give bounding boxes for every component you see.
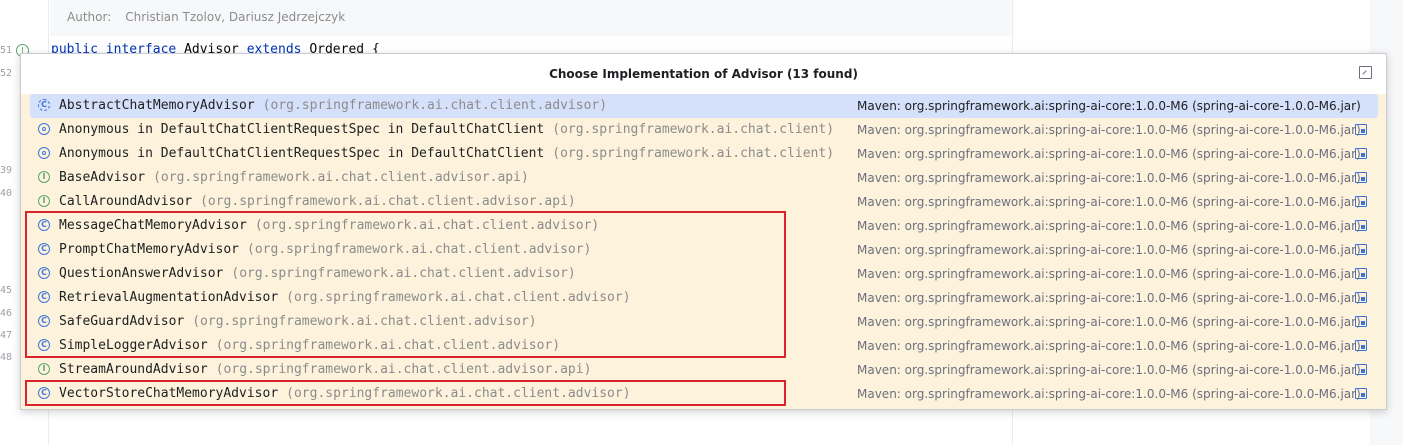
line-number: 51: [0, 45, 12, 56]
line-number: 46: [0, 308, 12, 319]
implementation-list-item[interactable]: BaseAdvisor(org.springframework.ai.chat.…: [21, 166, 1386, 190]
library-jar-icon: [1355, 364, 1367, 375]
library-location: Maven: org.springframework.ai:spring-ai-…: [857, 219, 1361, 233]
package-name: (org.springframework.ai.chat.client.advi…: [215, 338, 561, 353]
implementation-list-item[interactable]: RetrievalAugmentationAdvisor(org.springf…: [21, 286, 1386, 310]
class-icon: [38, 267, 50, 279]
library-jar-icon: [1355, 172, 1367, 183]
class-name: AbstractChatMemoryAdvisor (org.springfram…: [59, 98, 608, 113]
library-location: Maven: org.springframework.ai:spring-ai-…: [857, 387, 1361, 401]
interface-icon: [38, 171, 50, 183]
implementation-list-item[interactable]: SafeGuardAdvisor(org.springframework.ai.…: [21, 310, 1386, 334]
class-name: VectorStoreChatMemoryAdvisor (org.springf…: [59, 386, 631, 401]
implementation-list-item[interactable]: MessageChatMemoryAdvisor(org.springframe…: [21, 214, 1386, 238]
package-name: (org.springframework.ai.chat.client.advi…: [192, 314, 537, 329]
library-location: Maven: org.springframework.ai:spring-ai-…: [857, 243, 1361, 257]
package-name: (org.springframework.ai.chat.client.advi…: [153, 170, 529, 185]
package-name: (org.springframework.ai.chat.client.advi…: [231, 266, 576, 281]
library-jar-icon: [1355, 340, 1367, 351]
implementation-list-item[interactable]: AbstractChatMemoryAdvisor(org.springfram…: [30, 94, 1378, 118]
implementation-list-item[interactable]: VectorStoreChatMemoryAdvisor(org.springf…: [21, 382, 1386, 406]
implementation-list-item[interactable]: StreamAroundAdvisor(org.springframework.…: [21, 358, 1386, 382]
library-jar-icon: [1355, 388, 1367, 399]
class-icon: [38, 315, 50, 327]
library-jar-icon: [1355, 268, 1367, 279]
line-number: 40: [0, 188, 12, 199]
interface-icon: [38, 363, 50, 375]
line-number: 47: [0, 330, 12, 341]
popup-title: Choose Implementation of Advisor (13 fou…: [549, 67, 858, 81]
class-icon: [38, 339, 50, 351]
implementation-list-item[interactable]: Anonymous in DefaultChatClientRequestSpe…: [21, 142, 1386, 166]
package-name: (org.springframework.ai.chat.client): [552, 122, 835, 137]
class-name: SimpleLoggerAdvisor (org.springframework.…: [59, 338, 561, 353]
package-name: (org.springframework.ai.chat.client): [552, 146, 835, 161]
class-name: BaseAdvisor (org.springframework.ai.chat.…: [59, 170, 529, 185]
library-location: Maven: org.springframework.ai:spring-ai-…: [857, 123, 1361, 137]
class-icon: [38, 243, 50, 255]
library-location: Maven: org.springframework.ai:spring-ai-…: [857, 363, 1361, 377]
library-location: Maven: org.springframework.ai:spring-ai-…: [857, 315, 1361, 329]
package-name: (org.springframework.ai.chat.client.advi…: [200, 194, 576, 209]
class-icon: [38, 387, 50, 399]
library-location: Maven: org.springframework.ai:spring-ai-…: [857, 171, 1361, 185]
choose-implementation-popup[interactable]: Choose Implementation of Advisor (13 fou…: [20, 53, 1387, 410]
class-name: MessageChatMemoryAdvisor (org.springframe…: [59, 218, 600, 233]
implementation-list[interactable]: AbstractChatMemoryAdvisor(org.springfram…: [21, 94, 1386, 406]
class-name: QuestionAnswerAdvisor (org.springframewor…: [59, 266, 576, 281]
class-name: RetrievalAugmentationAdvisor (org.springf…: [59, 290, 631, 305]
library-jar-icon: [1355, 124, 1367, 135]
javadoc-author: Author: Christian Tzolov, Dariusz Jedrzej…: [67, 10, 345, 24]
implementation-list-item[interactable]: Anonymous in DefaultChatClientRequestSpe…: [21, 118, 1386, 142]
class-name: StreamAroundAdvisor (org.springframework.…: [59, 362, 592, 377]
library-jar-icon: [1355, 148, 1367, 159]
class-name: CallAroundAdvisor (org.springframework.ai…: [59, 194, 576, 209]
author-label: Author:: [67, 10, 112, 24]
anonymous-class-icon: [38, 147, 50, 159]
library-jar-icon: [1355, 292, 1367, 303]
package-name: (org.springframework.ai.chat.client.advi…: [215, 362, 592, 377]
library-location: Maven: org.springframework.ai:spring-ai-…: [857, 147, 1361, 161]
implementation-list-item[interactable]: CallAroundAdvisor(org.springframework.ai…: [21, 190, 1386, 214]
library-location: Maven: org.springframework.ai:spring-ai-…: [857, 267, 1361, 281]
library-location: Maven: org.springframework.ai:spring-ai-…: [857, 339, 1361, 353]
implementation-list-item[interactable]: SimpleLoggerAdvisor(org.springframework.…: [21, 334, 1386, 358]
line-number: 39: [0, 165, 12, 176]
library-location: Maven: org.springframework.ai:spring-ai-…: [857, 291, 1361, 305]
abstract-class-icon: [38, 99, 50, 111]
class-name: SafeGuardAdvisor (org.springframework.ai.…: [59, 314, 537, 329]
class-name: Anonymous in DefaultChatClientRequestSpe…: [59, 122, 835, 137]
package-name: (org.springframework.ai.chat.client.advi…: [286, 386, 631, 401]
library-location: Maven: org.springframework.ai:spring-ai-…: [857, 99, 1361, 113]
library-jar-icon: [1355, 220, 1367, 231]
package-name: (org.springframework.ai.chat.client.advi…: [262, 98, 608, 113]
implementation-list-item[interactable]: PromptChatMemoryAdvisor(org.springframew…: [21, 238, 1386, 262]
line-number: 48: [0, 352, 12, 363]
line-number: 45: [0, 285, 12, 296]
pin-window-icon[interactable]: [1359, 66, 1372, 79]
implementation-list-item[interactable]: QuestionAnswerAdvisor(org.springframewor…: [21, 262, 1386, 286]
library-jar-icon: [1355, 196, 1367, 207]
package-name: (org.springframework.ai.chat.client.advi…: [286, 290, 631, 305]
class-icon: [38, 219, 50, 231]
interface-icon: [38, 195, 50, 207]
package-name: (org.springframework.ai.chat.client.advi…: [254, 218, 600, 233]
anonymous-class-icon: [38, 123, 50, 135]
library-jar-icon: [1355, 244, 1367, 255]
library-jar-icon: [1355, 316, 1367, 327]
package-name: (org.springframework.ai.chat.client.advi…: [247, 242, 592, 257]
popup-header: Choose Implementation of Advisor (13 fou…: [21, 54, 1386, 94]
class-name: Anonymous in DefaultChatClientRequestSpe…: [59, 146, 835, 161]
class-icon: [38, 291, 50, 303]
author-value: Christian Tzolov, Dariusz Jedrzejczyk: [125, 10, 346, 24]
library-location: Maven: org.springframework.ai:spring-ai-…: [857, 195, 1361, 209]
class-name: PromptChatMemoryAdvisor (org.springframew…: [59, 242, 592, 257]
line-number: 52: [0, 68, 12, 79]
